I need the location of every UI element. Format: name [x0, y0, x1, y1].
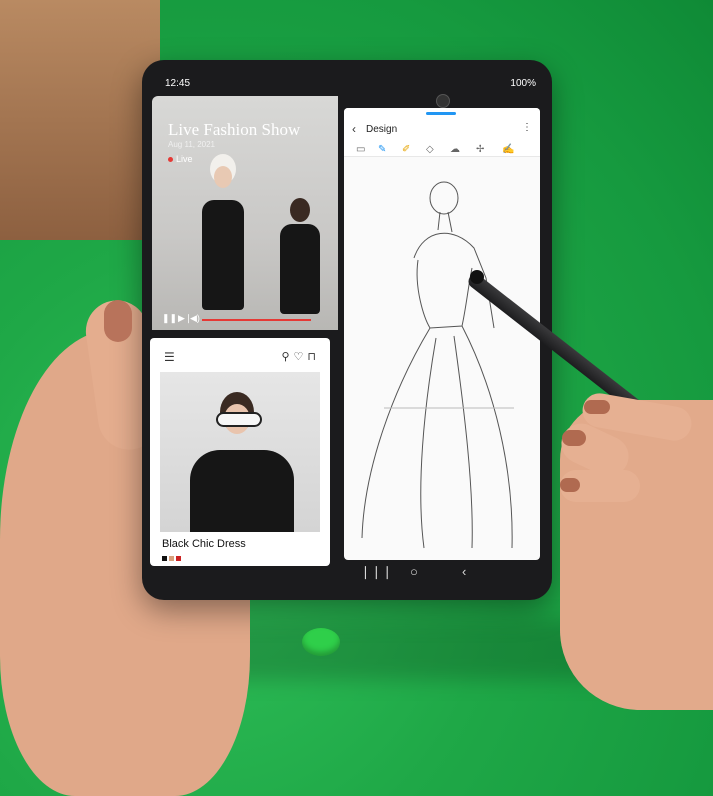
green-coat-button [302, 628, 340, 656]
navigation-bar: ❘❘❘ ○ ‹ [338, 560, 538, 586]
s-pen-tip [470, 270, 484, 284]
shop-pane: ☰ ⚲♡⊓ Black Chic Dress [150, 338, 330, 566]
right-index-nail [584, 400, 610, 414]
photo-scene: 12:45 100% Live Fashion Show Aug 11, 202… [0, 0, 713, 796]
dress-sketch[interactable] [344, 108, 540, 560]
sketch-pane: ‹ Design ⋮ ▭ ✎ ✐ ◇ ☁ ✢ ✍ [344, 108, 540, 560]
bag-icon[interactable]: ⊓ [307, 351, 320, 363]
live-badge: Live [168, 154, 193, 164]
video-title: Live Fashion Show [168, 120, 301, 139]
color-swatch-tan[interactable] [169, 556, 174, 561]
video-progress-bar[interactable] [202, 319, 311, 321]
right-middle-nail [560, 478, 580, 492]
product-name[interactable]: Black Chic Dress [162, 538, 246, 550]
sketch-bodice [416, 259, 473, 329]
sunglasses [216, 412, 262, 427]
sketch-head [429, 181, 459, 215]
model-2-dress [280, 224, 320, 314]
home-icon[interactable]: ○ [410, 564, 418, 579]
color-swatch-red[interactable] [176, 556, 181, 561]
search-icon[interactable]: ⚲ [281, 351, 293, 363]
sketch-folds [420, 335, 473, 549]
recents-icon[interactable]: ❘❘❘ [360, 564, 393, 580]
wishlist-icon[interactable]: ♡ [294, 351, 308, 363]
sketch-neck [437, 211, 453, 233]
front-camera [436, 94, 450, 108]
product-black-dress [190, 450, 294, 532]
product-image[interactable] [160, 372, 320, 532]
video-date: Aug 11, 2021 [168, 140, 216, 149]
pause-icon[interactable]: ❚❚ [162, 313, 177, 324]
model-1-dress [202, 200, 244, 310]
shop-header-icons: ⚲♡⊓ [281, 350, 320, 363]
volume-icon[interactable]: ◀) [190, 313, 200, 324]
back-nav-icon[interactable]: ‹ [462, 564, 466, 579]
video-controls: ❚❚ ▶❘ ◀) [152, 308, 338, 330]
status-bar: 12:45 100% [155, 76, 540, 92]
battery-level: 100% [510, 78, 536, 89]
left-thumbnail [104, 300, 132, 342]
right-thumb-nail [562, 430, 586, 446]
live-video-pane[interactable]: Live Fashion Show Aug 11, 2021 Live ❚❚ ▶… [152, 96, 338, 330]
sketch-skirt [361, 325, 513, 549]
status-time: 12:45 [165, 78, 191, 89]
model-2-head [290, 198, 310, 222]
model-1-face [214, 166, 232, 188]
background-wall [0, 0, 160, 240]
menu-icon[interactable]: ☰ [164, 350, 175, 364]
color-swatch-black[interactable] [162, 556, 167, 561]
